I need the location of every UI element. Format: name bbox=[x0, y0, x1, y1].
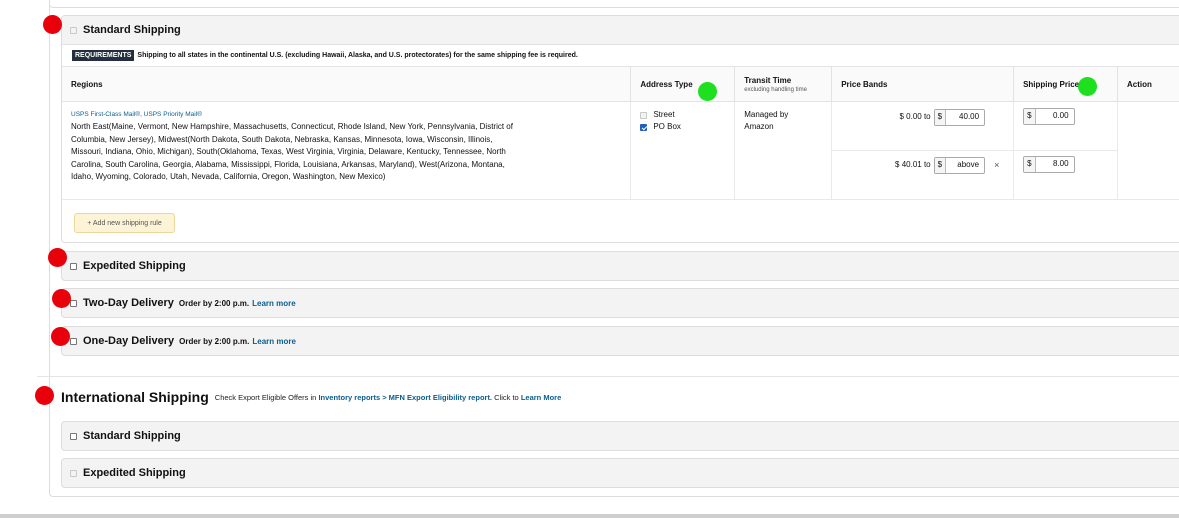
international-learn-more-link[interactable]: Learn More bbox=[521, 393, 561, 402]
one-day-title: One-Day Delivery bbox=[83, 335, 175, 347]
col-transit-time-sub: excluding handling time bbox=[744, 86, 807, 93]
col-transit-time-label: Transit Time bbox=[744, 75, 792, 85]
band-2-to-input[interactable]: $ above bbox=[933, 156, 986, 174]
band-1-from: $ 0.00 to bbox=[899, 111, 931, 121]
address-type-cell: Street PO Box bbox=[630, 101, 736, 200]
price-band-1: $ 0.00 to $40.00 bbox=[841, 108, 1004, 126]
two-day-checkbox[interactable] bbox=[70, 299, 77, 307]
col-regions: Regions bbox=[62, 66, 632, 102]
street-label: Street bbox=[653, 109, 675, 119]
one-day-checkbox[interactable] bbox=[70, 337, 77, 345]
action-cell bbox=[1117, 101, 1179, 200]
intl-text-before: Check Export Eligible Offers in bbox=[214, 392, 317, 402]
standard-shipping-title: Standard Shipping bbox=[83, 24, 181, 36]
currency-label: $ bbox=[934, 109, 947, 125]
col-action: Action bbox=[1117, 66, 1179, 102]
shipping-price-cell-2: $8.00 bbox=[1013, 150, 1119, 200]
intl-standard-shipping-card: Standard Shipping bbox=[61, 421, 1179, 451]
band-1-to-input[interactable]: $40.00 bbox=[933, 108, 986, 126]
international-header: International Shipping Check Export Elig… bbox=[61, 389, 561, 405]
standard-shipping-card: Standard Shipping REQUIREMENTS Shipping … bbox=[61, 15, 1179, 243]
two-day-learn-more-link[interactable]: Learn more bbox=[252, 299, 296, 308]
col-transit-time: Transit Time excluding handling time bbox=[734, 66, 833, 102]
shipping-price-2-value: 8.00 bbox=[1052, 159, 1069, 169]
one-day-delivery-card: One-Day Delivery Order by 2:00 p.m. Lear… bbox=[61, 326, 1179, 356]
price-band-2: $ 40.01 to $ above × bbox=[841, 156, 1004, 174]
intl-text-after: Click to bbox=[494, 392, 519, 402]
shipping-price-cell-1: $0.00 bbox=[1013, 101, 1119, 151]
po-box-label: PO Box bbox=[653, 121, 681, 131]
requirements-row: REQUIREMENTS Shipping to all states in t… bbox=[62, 45, 1179, 65]
col-price-bands: Price Bands bbox=[831, 66, 1015, 102]
marker-dot-green bbox=[1078, 77, 1097, 96]
expedited-shipping-checkbox[interactable] bbox=[70, 262, 77, 270]
band-2-to-value: above bbox=[957, 159, 980, 169]
marker-dot-red bbox=[48, 248, 67, 267]
remove-band-icon[interactable]: × bbox=[994, 159, 1004, 171]
export-eligibility-report-link[interactable]: Inventory reports > MFN Export Eligibili… bbox=[318, 393, 492, 402]
intl-standard-checkbox[interactable] bbox=[70, 432, 77, 440]
expedited-shipping-card: Expedited Shipping bbox=[61, 251, 1179, 281]
intl-standard-title: Standard Shipping bbox=[83, 430, 181, 442]
address-street: Street bbox=[640, 109, 725, 121]
international-description: Check Export Eligible Offers in Inventor… bbox=[215, 393, 561, 402]
intl-expedited-checkbox[interactable] bbox=[70, 469, 77, 477]
two-day-order-by: Order by 2:00 p.m. bbox=[178, 298, 250, 308]
two-day-title: Two-Day Delivery bbox=[83, 297, 174, 309]
transit-time-value: Managed by Amazon bbox=[744, 110, 789, 132]
intl-expedited-shipping-card: Expedited Shipping bbox=[61, 458, 1179, 488]
shipping-price-2-input[interactable]: $8.00 bbox=[1023, 156, 1075, 173]
currency-label: $ bbox=[1024, 157, 1036, 172]
mail-services: USPS First-Class Mail®, USPS Priority Ma… bbox=[71, 111, 202, 118]
international-title: International Shipping bbox=[61, 389, 209, 405]
one-day-order-by: Order by 2:00 p.m. bbox=[179, 336, 250, 346]
shipping-price-1-value: 0.00 bbox=[1052, 111, 1069, 121]
band-2-from: $ 40.01 to bbox=[895, 159, 931, 169]
po-box-checkbox[interactable] bbox=[640, 123, 648, 131]
shipping-price-1-input[interactable]: $0.00 bbox=[1023, 108, 1075, 125]
table-row: USPS First-Class Mail®, USPS Priority Ma… bbox=[62, 101, 1179, 200]
standard-shipping-header: Standard Shipping bbox=[62, 16, 1179, 45]
intl-expedited-title: Expedited Shipping bbox=[83, 467, 186, 479]
marker-dot-green bbox=[698, 82, 717, 101]
regions-cell: USPS First-Class Mail®, USPS Priority Ma… bbox=[62, 101, 632, 200]
marker-dot-red bbox=[35, 386, 54, 405]
add-shipping-rule-button[interactable]: + Add new shipping rule bbox=[74, 213, 175, 233]
requirements-text: Shipping to all states in the continenta… bbox=[137, 51, 578, 59]
band-1-to-value: 40.00 bbox=[959, 111, 980, 121]
one-day-learn-more-link[interactable]: Learn more bbox=[252, 337, 296, 346]
marker-dot-red bbox=[52, 289, 71, 308]
shipping-rules-table: Regions Address Type Transit Time excludi… bbox=[62, 66, 1179, 200]
two-day-delivery-card: Two-Day Delivery Order by 2:00 p.m. Lear… bbox=[61, 288, 1179, 318]
street-checkbox[interactable] bbox=[640, 111, 648, 119]
expedited-shipping-title: Expedited Shipping bbox=[83, 260, 186, 272]
price-band-cell-1: $ 0.00 to $40.00 bbox=[831, 101, 1015, 151]
marker-dot-red bbox=[51, 327, 70, 346]
regions-list: North East(Maine, Vermont, New Hampshire… bbox=[71, 122, 513, 182]
table-header-row: Regions Address Type Transit Time excludi… bbox=[62, 66, 1179, 102]
requirements-badge: REQUIREMENTS bbox=[72, 49, 135, 61]
col-address-type: Address Type bbox=[630, 66, 736, 102]
standard-shipping-checkbox[interactable] bbox=[70, 26, 77, 34]
section-divider bbox=[37, 376, 1179, 377]
price-band-cell-2: $ 40.01 to $ above × bbox=[831, 150, 1015, 200]
transit-time-cell: Managed by Amazon bbox=[734, 101, 833, 200]
col-shipping-price: Shipping Price bbox=[1013, 66, 1119, 102]
address-po-box: PO Box bbox=[640, 121, 725, 133]
bottom-scroll-edge bbox=[0, 514, 1179, 518]
marker-dot-red bbox=[43, 15, 62, 34]
currency-label: $ bbox=[934, 157, 947, 173]
currency-label: $ bbox=[1024, 109, 1036, 124]
